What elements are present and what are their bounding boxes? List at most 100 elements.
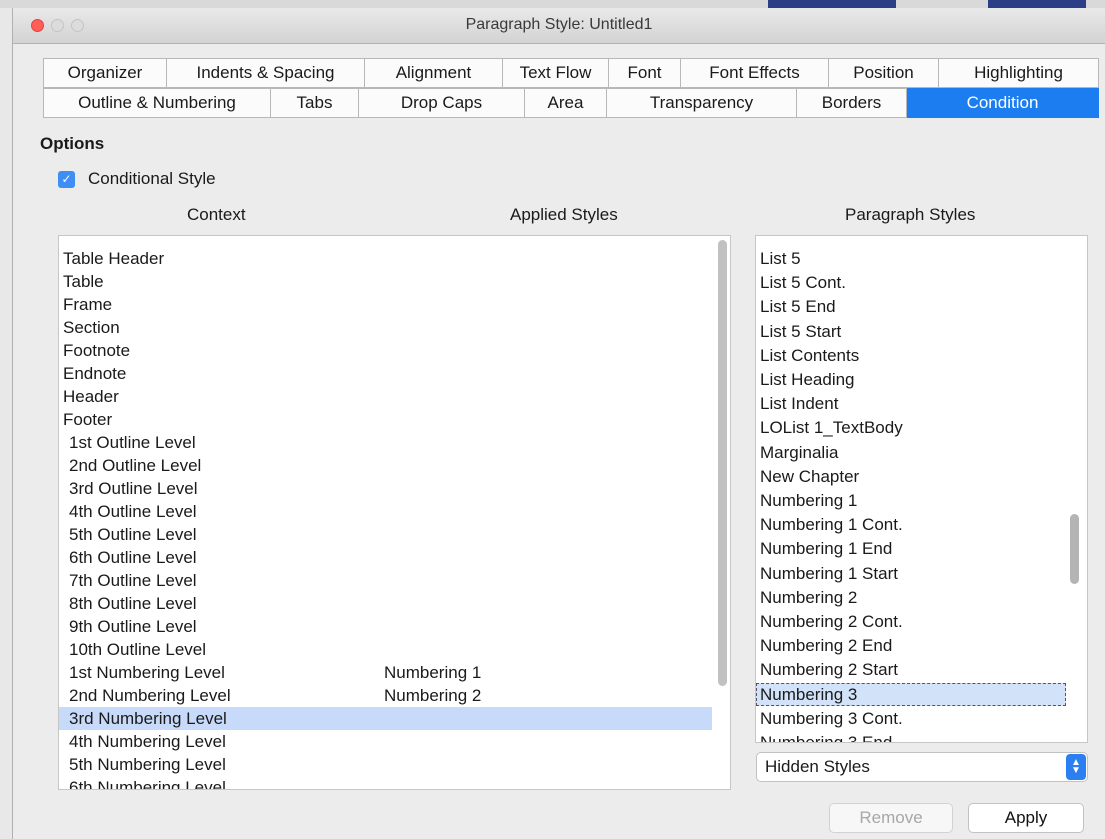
- style-filter-value: Hidden Styles: [765, 757, 870, 776]
- paragraph-style-item[interactable]: LOList 1_TextBody: [756, 416, 1066, 439]
- paragraph-style-item[interactable]: List Contents: [756, 344, 1066, 367]
- context-name: Header: [63, 387, 119, 406]
- context-row[interactable]: 3rd Outline Level: [59, 477, 712, 500]
- tab-highlighting[interactable]: Highlighting: [939, 58, 1099, 88]
- context-name: Endnote: [63, 364, 127, 383]
- tab-condition[interactable]: Condition: [907, 88, 1099, 118]
- context-row[interactable]: 2nd Numbering Level Numbering 2: [59, 684, 712, 707]
- paragraph-style-item[interactable]: Numbering 1: [756, 489, 1066, 512]
- context-name: 5th Numbering Level: [69, 755, 226, 774]
- paragraph-style-item[interactable]: List 5 Start: [756, 320, 1066, 343]
- context-name: 2nd Outline Level: [69, 456, 202, 475]
- conditional-style-label: Conditional Style: [88, 169, 216, 188]
- context-row[interactable]: Section: [59, 316, 712, 339]
- paragraph-style-item[interactable]: Marginalia: [756, 441, 1066, 464]
- paragraph-style-item[interactable]: Numbering 3: [756, 682, 1066, 706]
- tab-position[interactable]: Position: [829, 58, 939, 88]
- context-name: 3rd Outline Level: [69, 479, 198, 498]
- paragraph-styles-scrollbar[interactable]: [1070, 514, 1079, 584]
- applied-style: Numbering 1: [384, 663, 482, 682]
- paragraph-style-item[interactable]: List 5 Cont.: [756, 271, 1066, 294]
- context-row[interactable]: 10th Outline Level: [59, 638, 712, 661]
- context-name: 3rd Numbering Level: [69, 709, 227, 728]
- tab-font[interactable]: Font: [609, 58, 681, 88]
- context-row[interactable]: 1st Outline Level: [59, 431, 712, 454]
- desktop-backdrop: [0, 0, 1105, 8]
- context-row[interactable]: 5th Numbering Level: [59, 753, 712, 776]
- paragraph-style-item[interactable]: Numbering 2 Start: [756, 658, 1066, 681]
- paragraph-style-item[interactable]: List 5: [756, 247, 1066, 270]
- context-name: Table Header: [63, 249, 165, 268]
- context-row[interactable]: 7th Outline Level: [59, 569, 712, 592]
- paragraph-style-item[interactable]: New Chapter: [756, 465, 1066, 488]
- style-filter-select[interactable]: Hidden Styles ▲ ▼: [756, 752, 1088, 782]
- conditional-style-row[interactable]: ✓ Conditional Style: [58, 169, 216, 189]
- paragraph-style-item[interactable]: Numbering 2: [756, 586, 1066, 609]
- context-name: 9th Outline Level: [69, 617, 197, 636]
- paragraph-style-item[interactable]: List Indent: [756, 392, 1066, 415]
- tab-borders[interactable]: Borders: [797, 88, 907, 118]
- context-row[interactable]: 6th Numbering Level: [59, 776, 712, 790]
- tab-alignment[interactable]: Alignment: [365, 58, 503, 88]
- background-window: [768, 0, 896, 8]
- context-name: 4th Numbering Level: [69, 732, 226, 751]
- conditional-style-checkbox[interactable]: ✓: [58, 170, 75, 188]
- context-row[interactable]: Footnote: [59, 339, 712, 362]
- tab-organizer[interactable]: Organizer: [43, 58, 167, 88]
- context-name: 7th Outline Level: [69, 571, 197, 590]
- context-row[interactable]: 6th Outline Level: [59, 546, 712, 569]
- context-row[interactable]: 9th Outline Level: [59, 615, 712, 638]
- paragraph-style-item[interactable]: List 5 End: [756, 295, 1066, 318]
- context-row[interactable]: Header: [59, 385, 712, 408]
- context-name: 6th Numbering Level: [69, 778, 226, 790]
- tab-transparency[interactable]: Transparency: [607, 88, 797, 118]
- context-row[interactable]: 1st Numbering Level Numbering 1: [59, 661, 712, 684]
- paragraph-style-item[interactable]: Numbering 2 End: [756, 634, 1066, 657]
- tab-text-flow[interactable]: Text Flow: [503, 58, 609, 88]
- context-row[interactable]: Endnote: [59, 362, 712, 385]
- window-title: Paragraph Style: Untitled1: [465, 16, 653, 33]
- tab-tabs[interactable]: Tabs: [271, 88, 359, 118]
- tab-indents-and-spacing[interactable]: Indents & Spacing: [167, 58, 365, 88]
- apply-button[interactable]: Apply: [968, 803, 1084, 833]
- tab-row-2: Outline & Numbering Tabs Drop Caps Area Tran…: [43, 88, 1099, 118]
- paragraph-style-item[interactable]: Numbering 1 Cont.: [756, 513, 1066, 536]
- context-name: 2nd Numbering Level: [69, 686, 231, 705]
- context-row[interactable]: 3rd Numbering Level: [59, 707, 712, 730]
- paragraph-style-dialog: Paragraph Style: Untitled1 Organizer Inde…: [12, 8, 1105, 839]
- applied-styles-column-header: Applied Styles: [510, 205, 618, 224]
- context-row[interactable]: Table Header: [59, 247, 712, 270]
- context-name: Footnote: [63, 341, 131, 360]
- context-name: Frame: [63, 295, 113, 314]
- context-row[interactable]: Table: [59, 270, 712, 293]
- tab-font-effects[interactable]: Font Effects: [681, 58, 829, 88]
- context-name: Table: [63, 272, 104, 291]
- paragraph-style-item[interactable]: Numbering 3 End: [756, 731, 1066, 742]
- context-row[interactable]: 4th Outline Level: [59, 500, 712, 523]
- paragraph-styles-list[interactable]: Numbering 3 End Numbering 3 Cont. Numberin…: [755, 235, 1088, 743]
- paragraph-style-item[interactable]: Numbering 1 Start: [756, 562, 1066, 585]
- context-list-scrollbar[interactable]: [718, 240, 727, 686]
- context-row[interactable]: 4th Numbering Level: [59, 730, 712, 753]
- context-name: Footer: [63, 410, 113, 429]
- tab-area[interactable]: Area: [525, 88, 607, 118]
- tab-drop-caps[interactable]: Drop Caps: [359, 88, 525, 118]
- context-row[interactable]: Footer: [59, 408, 712, 431]
- context-row[interactable]: 2nd Outline Level: [59, 454, 712, 477]
- tab-outline-and-numbering[interactable]: Outline & Numbering: [43, 88, 271, 118]
- context-column-header: Context: [187, 205, 246, 224]
- context-name: 10th Outline Level: [69, 640, 207, 659]
- paragraph-style-item[interactable]: Numbering 3 Cont.: [756, 707, 1066, 730]
- remove-button[interactable]: Remove: [829, 803, 953, 833]
- context-row[interactable]: Frame: [59, 293, 712, 316]
- context-name: 6th Outline Level: [69, 548, 197, 567]
- paragraph-styles-header: Paragraph Styles: [845, 205, 976, 224]
- paragraph-style-item[interactable]: List Heading: [756, 368, 1066, 391]
- paragraph-style-item[interactable]: Numbering 1 End: [756, 537, 1066, 560]
- context-row[interactable]: 5th Outline Level: [59, 523, 712, 546]
- context-list[interactable]: 6th Numbering Level 5th Numbering Level 4t…: [58, 235, 731, 790]
- paragraph-style-item[interactable]: Numbering 2 Cont.: [756, 610, 1066, 633]
- context-name: 1st Outline Level: [69, 433, 196, 452]
- context-name: 5th Outline Level: [69, 525, 197, 544]
- context-row[interactable]: 8th Outline Level: [59, 592, 712, 615]
